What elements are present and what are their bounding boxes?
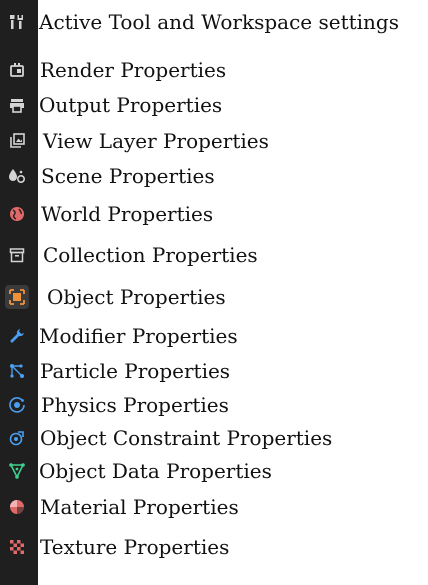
tab-label: Physics Properties (41, 393, 229, 417)
view-layer-icon[interactable] (5, 129, 29, 153)
physics-orbit-icon[interactable] (5, 393, 29, 417)
constraint-link-icon[interactable] (5, 426, 29, 450)
output-printer-icon[interactable] (5, 93, 29, 117)
tab-texture[interactable]: Texture Properties (0, 530, 428, 564)
tab-label: Texture Properties (40, 535, 230, 559)
modifier-wrench-icon[interactable] (5, 324, 29, 348)
tab-label: Output Properties (39, 93, 223, 117)
tab-render[interactable]: Render Properties (0, 53, 428, 87)
object-data-vertex-icon[interactable] (5, 459, 29, 483)
material-sphere-icon[interactable] (5, 495, 29, 519)
tab-label: Object Constraint Properties (40, 426, 333, 450)
tab-label: Object Data Properties (39, 459, 272, 483)
tab-physics[interactable]: Physics Properties (0, 388, 428, 422)
collection-box-icon[interactable] (5, 243, 29, 267)
tab-label: Active Tool and Workspace settings (39, 10, 399, 34)
tab-label: Collection Properties (43, 243, 258, 267)
tab-scene[interactable]: Scene Properties (0, 159, 428, 193)
tab-label: View Layer Properties (43, 129, 269, 153)
tab-tool[interactable]: Active Tool and Workspace settings (0, 5, 428, 39)
tab-collection[interactable]: Collection Properties (0, 238, 428, 272)
tab-label: World Properties (41, 202, 214, 226)
tab-label: Render Properties (40, 58, 227, 82)
properties-tab-list: Active Tool and Workspace settings Rende… (0, 0, 428, 585)
texture-checker-icon[interactable] (5, 535, 29, 559)
tab-material[interactable]: Material Properties (0, 490, 428, 524)
tab-label: Material Properties (40, 495, 239, 519)
tab-label: Particle Properties (40, 359, 231, 383)
tab-label: Object Properties (47, 285, 226, 309)
tool-workspace-icon[interactable] (5, 10, 29, 34)
tab-world[interactable]: World Properties (0, 197, 428, 231)
tab-object-constraint[interactable]: Object Constraint Properties (0, 421, 428, 455)
tab-modifier[interactable]: Modifier Properties (0, 319, 428, 353)
tab-label: Scene Properties (41, 164, 215, 188)
tab-output[interactable]: Output Properties (0, 88, 428, 122)
world-globe-icon[interactable] (5, 202, 29, 226)
particles-icon[interactable] (5, 359, 29, 383)
tab-view-layer[interactable]: View Layer Properties (0, 124, 428, 158)
object-square-icon[interactable] (5, 285, 29, 309)
scene-icon[interactable] (5, 164, 29, 188)
tab-label: Modifier Properties (39, 324, 238, 348)
tab-object[interactable]: Object Properties (0, 280, 428, 314)
render-camera-icon[interactable] (5, 58, 29, 82)
tab-object-data[interactable]: Object Data Properties (0, 454, 428, 488)
tab-particles[interactable]: Particle Properties (0, 354, 428, 388)
